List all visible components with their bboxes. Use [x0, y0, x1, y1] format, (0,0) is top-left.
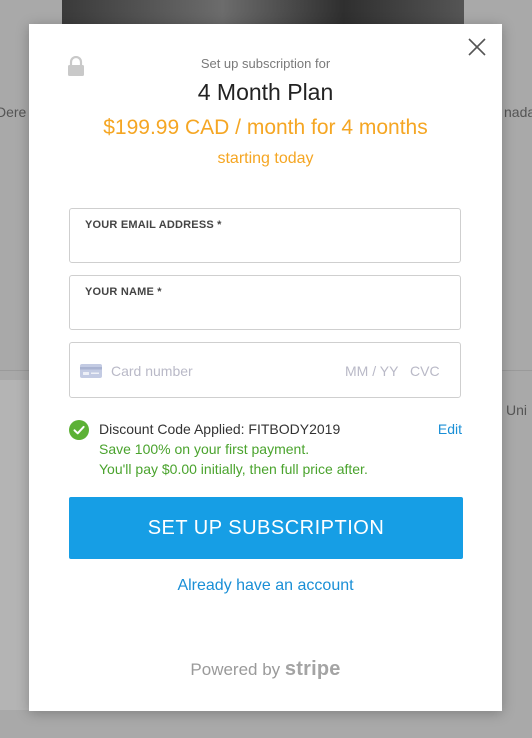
card-number-input[interactable]: Card number	[111, 363, 193, 379]
set-up-subscription-button[interactable]: SET UP SUBSCRIPTION	[69, 497, 463, 559]
background-photo	[62, 0, 464, 26]
name-input[interactable]	[84, 303, 446, 323]
discount-applied-text: Discount Code Applied: FITBODY2019	[99, 421, 341, 437]
discount-detail-line-1: Save 100% on your first payment.	[99, 441, 310, 457]
name-field[interactable]: YOUR NAME *	[69, 275, 461, 330]
background-text-right-2: Uni	[506, 402, 528, 418]
card-field[interactable]: Card number MM / YY CVC	[69, 342, 461, 398]
email-input[interactable]	[84, 236, 446, 256]
name-field-label: YOUR NAME *	[85, 286, 162, 298]
background-text-left: Dere	[0, 104, 27, 120]
check-circle-icon	[69, 420, 89, 445]
close-button[interactable]	[466, 36, 488, 58]
edit-discount-link[interactable]: Edit	[438, 421, 462, 437]
plan-name: 4 Month Plan	[197, 79, 334, 105]
already-have-account-link[interactable]: Already have an account	[29, 577, 502, 595]
starting-line: starting today	[217, 150, 314, 167]
powered-by-stripe[interactable]: Powered by stripe	[29, 658, 502, 681]
background-text-right: nada	[504, 104, 532, 120]
card-cvc-input[interactable]: CVC	[410, 363, 440, 379]
close-icon	[468, 38, 486, 56]
subscription-modal: Set up subscription for 4 Month Plan $19…	[29, 24, 502, 711]
powered-by-label: Powered by	[190, 660, 281, 679]
email-field[interactable]: YOUR EMAIL ADDRESS *	[69, 208, 461, 263]
discount-detail-line-2: You'll pay $0.00 initially, then full pr…	[99, 461, 368, 477]
background-map	[0, 380, 30, 710]
email-field-label: YOUR EMAIL ADDRESS *	[85, 219, 222, 231]
setup-label: Set up subscription for	[200, 56, 331, 71]
price-line: $199.99 CAD / month for 4 months	[103, 116, 428, 139]
card-expiry-input[interactable]: MM / YY	[345, 363, 398, 379]
stripe-logo: stripe	[284, 658, 341, 680]
credit-card-icon	[80, 364, 102, 383]
